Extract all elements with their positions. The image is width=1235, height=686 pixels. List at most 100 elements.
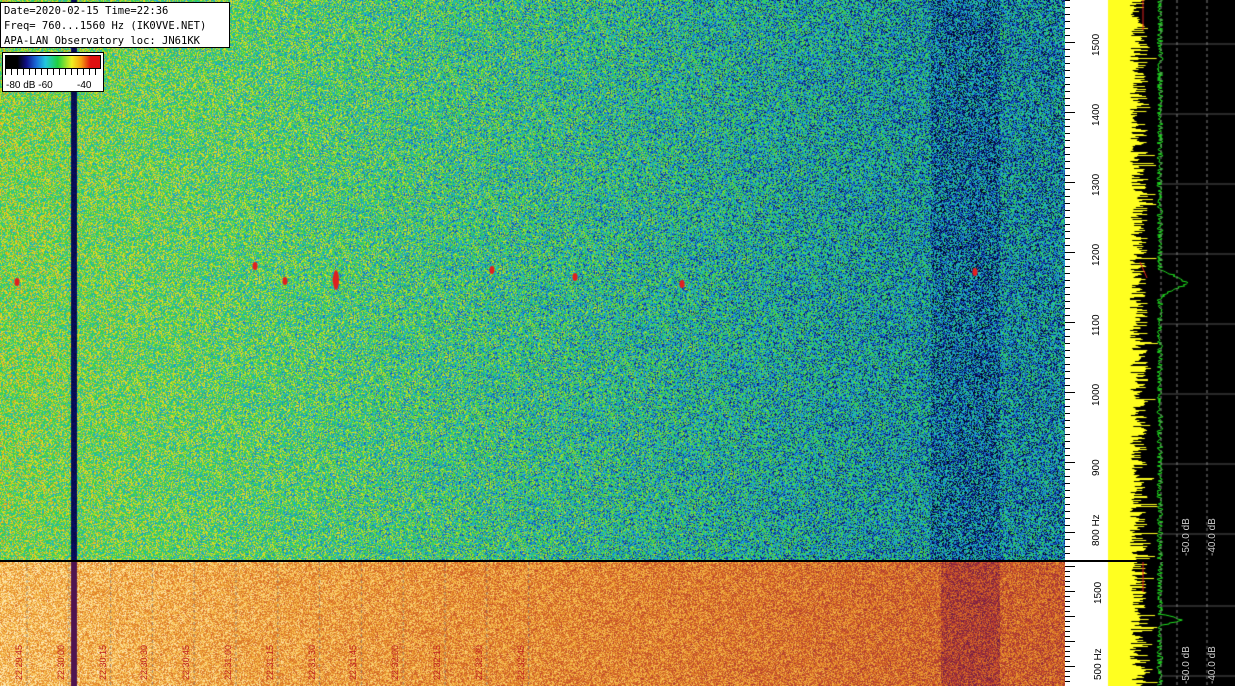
- axis-minor-tick: [1065, 666, 1075, 667]
- axis-minor-tick: [1065, 350, 1070, 351]
- axis-minor-tick: [1065, 175, 1070, 176]
- axis-minor-tick: [1065, 676, 1070, 677]
- axis-minor-tick: [1065, 196, 1070, 197]
- time-label: 22:30:15: [97, 644, 108, 680]
- axis-minor-tick: [1065, 98, 1070, 99]
- axis-minor-tick: [1065, 336, 1070, 337]
- axis-minor-tick: [1065, 357, 1070, 358]
- axis-minor-tick: [1065, 525, 1070, 526]
- axis-minor-tick: [1065, 553, 1070, 554]
- axis-minor-tick: [1065, 42, 1075, 43]
- axis-minor-tick: [1065, 273, 1070, 274]
- axis-minor-tick: [1065, 490, 1070, 491]
- axis-minor-tick: [1065, 399, 1070, 400]
- axis-minor-tick: [1065, 656, 1070, 657]
- axis-minor-tick: [1065, 546, 1070, 547]
- axis-minor-tick: [1065, 140, 1070, 141]
- axis-minor-tick: [1065, 231, 1070, 232]
- axis-minor-tick: [1065, 371, 1070, 372]
- axis-minor-tick: [1065, 259, 1070, 260]
- spectrum-profile: [1107, 0, 1235, 560]
- axis-minor-tick: [1065, 681, 1070, 682]
- axis-minor-tick: [1065, 378, 1070, 379]
- frequency-tick-label: 1100: [1091, 314, 1102, 336]
- axis-minor-tick: [1065, 601, 1070, 602]
- axis-minor-tick: [1065, 427, 1070, 428]
- time-label: 22:32:00: [390, 644, 401, 680]
- axis-minor-tick: [1065, 112, 1075, 113]
- frequency-tick-label: 1500: [1091, 33, 1102, 56]
- time-label: 22:31:15: [264, 644, 275, 680]
- info-box: Date=2020-02-15 Time=22:36 Freq= 760...1…: [0, 2, 230, 48]
- color-scale-bar: [5, 55, 101, 69]
- axis-minor-tick: [1065, 539, 1070, 540]
- axis-minor-tick: [1065, 84, 1070, 85]
- axis-minor-tick: [1065, 406, 1070, 407]
- axis-minor-tick: [1065, 392, 1075, 393]
- axis-minor-tick: [1065, 586, 1070, 587]
- axis-minor-tick: [1065, 606, 1070, 607]
- axis-minor-tick: [1065, 621, 1070, 622]
- axis-minor-tick: [1065, 385, 1070, 386]
- axis-minor-tick: [1065, 476, 1070, 477]
- axis-minor-tick: [1065, 329, 1070, 330]
- axis-minor-tick: [1065, 315, 1070, 316]
- axis-minor-tick: [1065, 596, 1070, 597]
- axis-minor-tick: [1065, 364, 1070, 365]
- axis-minor-tick: [1065, 245, 1070, 246]
- axis-minor-tick: [1065, 252, 1075, 253]
- axis-minor-tick: [1065, 21, 1070, 22]
- axis-minor-tick: [1065, 560, 1070, 561]
- axis-minor-tick: [1065, 518, 1070, 519]
- axis-minor-tick: [1065, 133, 1070, 134]
- color-scale-legend: -80 dB -60 -40: [2, 52, 104, 92]
- frequency-tick-label: 800 Hz: [1091, 514, 1102, 546]
- axis-minor-tick: [1065, 616, 1075, 617]
- legend-label-max: -40: [77, 80, 92, 91]
- wideband-spectrogram: [0, 562, 1065, 686]
- wideband-frequency-tick-label: 1500: [1093, 581, 1104, 604]
- axis-minor-tick: [1065, 504, 1070, 505]
- axis-minor-tick: [1065, 671, 1070, 672]
- axis-minor-tick: [1065, 280, 1070, 281]
- frequency-tick-label: 1300: [1091, 173, 1102, 196]
- db-scale-label: -40.0 dB: [1207, 646, 1218, 684]
- time-label: 22:32:15: [432, 644, 442, 680]
- axis-minor-tick: [1065, 343, 1070, 344]
- axis-minor-tick: [1065, 308, 1070, 309]
- axis-minor-tick: [1065, 7, 1070, 8]
- frequency-axis: 1500 1400 1300 1200 1100 1000 900 800 Hz: [1065, 0, 1107, 561]
- axis-minor-tick: [1065, 636, 1070, 637]
- axis-minor-tick: [1065, 154, 1070, 155]
- time-label: 22:31:30: [306, 644, 317, 680]
- axis-minor-tick: [1065, 70, 1070, 71]
- db-scale-label: -50.0 dB: [1181, 518, 1192, 556]
- axis-minor-tick: [1065, 189, 1070, 190]
- color-scale-ticks: [5, 69, 101, 75]
- axis-minor-tick: [1065, 210, 1070, 211]
- axis-minor-tick: [1065, 14, 1070, 15]
- axis-minor-tick: [1065, 63, 1070, 64]
- axis-minor-tick: [1065, 511, 1070, 512]
- axis-minor-tick: [1065, 631, 1070, 632]
- axis-minor-tick: [1065, 168, 1070, 169]
- time-label: 22:31:00: [223, 644, 233, 680]
- axis-minor-tick: [1065, 566, 1075, 567]
- time-label: 22:32:30: [473, 644, 484, 680]
- axis-minor-tick: [1065, 591, 1075, 592]
- axis-minor-tick: [1065, 105, 1070, 106]
- axis-minor-tick: [1065, 161, 1070, 162]
- axis-minor-tick: [1065, 441, 1070, 442]
- axis-minor-tick: [1065, 238, 1070, 239]
- axis-minor-tick: [1065, 322, 1075, 323]
- frequency-tick-label: 900: [1091, 459, 1102, 476]
- legend-label-min: -80 dB -60: [6, 80, 53, 91]
- axis-minor-tick: [1065, 532, 1075, 533]
- axis-minor-tick: [1065, 126, 1070, 127]
- axis-minor-tick: [1065, 77, 1070, 78]
- waterfall-spectrogram: [0, 0, 1065, 560]
- time-label: 22:30:45: [181, 644, 192, 680]
- frequency-tick-label: 1400: [1091, 103, 1102, 126]
- axis-minor-tick: [1065, 224, 1070, 225]
- axis-minor-tick: [1065, 434, 1070, 435]
